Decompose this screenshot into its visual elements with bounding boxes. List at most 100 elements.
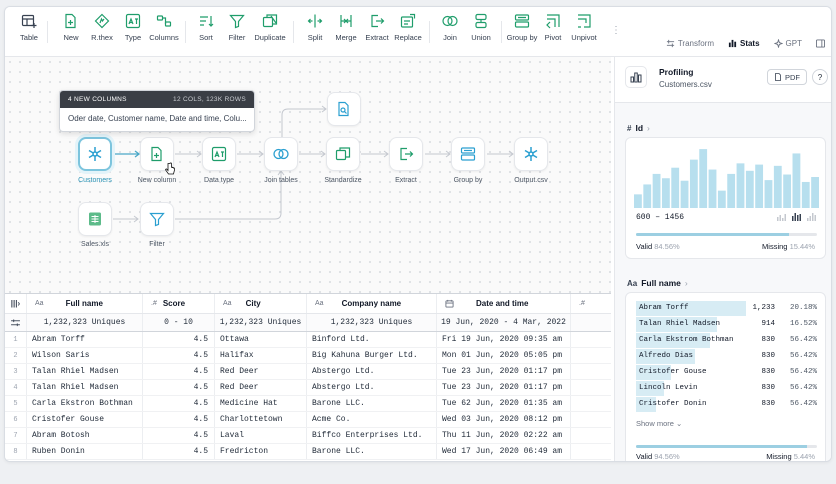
cell-score[interactable]: 4.5 bbox=[143, 396, 215, 411]
column-header-company-name[interactable]: Aa Company name bbox=[307, 294, 437, 313]
histogram-bar[interactable] bbox=[661, 178, 670, 208]
duplicate-button[interactable]: Duplicate bbox=[250, 13, 290, 42]
node-output[interactable] bbox=[514, 137, 548, 171]
node-filter[interactable] bbox=[140, 202, 174, 236]
histogram-bar[interactable] bbox=[792, 153, 801, 208]
node-sales[interactable] bbox=[78, 202, 112, 236]
frequency-row[interactable]: Abram Torff 1,233 20.18% bbox=[636, 301, 819, 316]
cell-date[interactable]: Tue 23 Jun, 2020 01:17 pm bbox=[437, 380, 571, 395]
histogram-bar[interactable] bbox=[764, 180, 773, 208]
table-row[interactable]: 8 Ruben Donin 4.5 Fredricton Barone LLC. Wed … bbox=[5, 444, 611, 460]
replace-button[interactable]: Replace bbox=[388, 13, 428, 42]
id-histogram[interactable] bbox=[634, 146, 819, 208]
pdf-export-button[interactable]: PDF bbox=[767, 69, 807, 85]
histogram-bar[interactable] bbox=[801, 181, 810, 208]
cell-extra[interactable] bbox=[571, 332, 611, 347]
cell-score[interactable]: 4.5 bbox=[143, 348, 215, 363]
node-data-type[interactable] bbox=[202, 137, 236, 171]
column-header-date-and-time[interactable]: Date and time bbox=[437, 294, 571, 313]
cell-city[interactable]: Halifax bbox=[215, 348, 307, 363]
cell-extra[interactable] bbox=[571, 428, 611, 443]
cell-score[interactable]: 4.5 bbox=[143, 444, 215, 459]
histogram-bar[interactable] bbox=[708, 169, 717, 208]
cell-date[interactable]: Fri 19 Jun, 2020 09:35 am bbox=[437, 332, 571, 347]
cell-full-name[interactable]: Cristofer Gouse bbox=[27, 412, 143, 427]
settings-sliders-icon[interactable] bbox=[5, 314, 27, 331]
histogram-bar[interactable] bbox=[717, 190, 726, 208]
cell-city[interactable]: Laval bbox=[215, 428, 307, 443]
node-join-tables[interactable] bbox=[264, 137, 298, 171]
node-customers[interactable] bbox=[78, 137, 112, 171]
cell-date[interactable]: Wed 03 Jun, 2020 08:12 pm bbox=[437, 412, 571, 427]
cell-extra[interactable] bbox=[571, 412, 611, 427]
cell-city[interactable]: Red Deer bbox=[215, 364, 307, 379]
cell-company[interactable]: Acme Co. bbox=[307, 412, 437, 427]
cell-city[interactable]: Fredricton bbox=[215, 444, 307, 459]
table-row[interactable]: 6 Cristofer Gouse 4.5 Charlottetown Acme Co.… bbox=[5, 412, 611, 428]
frequency-row[interactable]: Talan Rhiel Madsen 914 16.52% bbox=[636, 317, 819, 332]
histogram-bar[interactable] bbox=[783, 174, 792, 208]
cell-city[interactable]: Ottawa bbox=[215, 332, 307, 347]
column-picker-icon[interactable]: |||› bbox=[5, 294, 27, 313]
cell-score[interactable]: 4.5 bbox=[143, 428, 215, 443]
toggle-panel-button[interactable] bbox=[816, 39, 825, 48]
table-row[interactable]: 1 Abram Torff 4.5 Ottawa Binford Ltd. Fri 19 … bbox=[5, 332, 611, 348]
cell-date[interactable]: Wed 17 Jun, 2020 06:49 am bbox=[437, 444, 571, 459]
cell-date[interactable]: Thu 11 Jun, 2020 02:22 am bbox=[437, 428, 571, 443]
cell-score[interactable]: 4.5 bbox=[143, 380, 215, 395]
table-row[interactable]: 2 Wilson Saris 4.5 Halifax Big Kahuna Burger… bbox=[5, 348, 611, 364]
cell-city[interactable]: Medicine Hat bbox=[215, 396, 307, 411]
cell-extra[interactable] bbox=[571, 348, 611, 363]
frequency-row[interactable]: Alfredo Dias 830 56.42% bbox=[636, 349, 819, 364]
table-row[interactable]: 5 Carla Ekstron Bothman 4.5 Medicine Hat Bar… bbox=[5, 396, 611, 412]
cell-company[interactable]: Abstergo Ltd. bbox=[307, 364, 437, 379]
cell-full-name[interactable]: Wilson Saris bbox=[27, 348, 143, 363]
histogram-bar[interactable] bbox=[811, 177, 819, 208]
cell-company[interactable]: Binford Ltd. bbox=[307, 332, 437, 347]
column-header-score[interactable]: .# Score bbox=[143, 294, 215, 313]
cell-company[interactable]: Abstergo Ltd. bbox=[307, 380, 437, 395]
show-more-link[interactable]: Show more ⌄ bbox=[636, 419, 682, 428]
cell-date[interactable]: Tue 23 Jun, 2020 01:17 pm bbox=[437, 364, 571, 379]
histogram-bar[interactable] bbox=[643, 184, 652, 208]
node-branch[interactable] bbox=[327, 92, 361, 126]
node-standardize[interactable] bbox=[326, 137, 360, 171]
full-name-section-title[interactable]: Aa Full name › bbox=[627, 278, 688, 288]
cell-extra[interactable] bbox=[571, 444, 611, 459]
histogram-bar[interactable] bbox=[699, 149, 708, 208]
flow-canvas[interactable]: Customers New column Data type Join tabl… bbox=[5, 57, 611, 293]
cell-extra[interactable] bbox=[571, 380, 611, 395]
table-button[interactable]: Table bbox=[9, 13, 49, 42]
cell-full-name[interactable]: Ruben Donin bbox=[27, 444, 143, 459]
frequency-row[interactable]: Lincoln Levin 830 56.42% bbox=[636, 381, 819, 396]
cell-full-name[interactable]: Abram Torff bbox=[27, 332, 143, 347]
data-grid[interactable]: |||› Aa Full name .# Score Aa City Aa Co… bbox=[5, 293, 611, 461]
histogram-bar[interactable] bbox=[727, 173, 736, 208]
histogram-bar[interactable] bbox=[652, 173, 661, 208]
help-button[interactable]: ? bbox=[812, 69, 828, 85]
frequency-row[interactable]: Carla Ekstrom Bothman 830 56.42% bbox=[636, 333, 819, 348]
cell-score[interactable]: 4.5 bbox=[143, 412, 215, 427]
histogram-bar[interactable] bbox=[689, 159, 698, 208]
frequency-row[interactable]: Cristofer Gouse 830 56.42% bbox=[636, 365, 819, 380]
tab-transform[interactable]: Transform bbox=[666, 39, 714, 48]
column-header-city[interactable]: Aa City bbox=[215, 294, 307, 313]
cell-company[interactable]: Biffco Enterprises Ltd. bbox=[307, 428, 437, 443]
table-row[interactable]: 3 Talan Rhiel Madsen 4.5 Red Deer Abstergo L… bbox=[5, 364, 611, 380]
cell-full-name[interactable]: Talan Rhiel Madsen bbox=[27, 364, 143, 379]
tab-gpt[interactable]: GPT bbox=[773, 39, 802, 48]
histogram-bar[interactable] bbox=[773, 165, 782, 208]
cell-date[interactable]: Tue 62 Jun, 2020 01:35 am bbox=[437, 396, 571, 411]
column-header-extra[interactable]: .# bbox=[571, 294, 611, 313]
histogram-bar[interactable] bbox=[736, 163, 745, 208]
cell-score[interactable]: 4.5 bbox=[143, 332, 215, 347]
cell-extra[interactable] bbox=[571, 396, 611, 411]
histogram-bar[interactable] bbox=[671, 167, 680, 208]
table-row[interactable]: 4 Talan Rhiel Madsen 4.5 Red Deer Abstergo L… bbox=[5, 380, 611, 396]
cell-company[interactable]: Barone LLC. bbox=[307, 444, 437, 459]
unpivot-button[interactable]: Unpivot bbox=[564, 13, 604, 42]
more-options-icon[interactable]: ⋮ bbox=[611, 25, 621, 36]
cell-city[interactable]: Red Deer bbox=[215, 380, 307, 395]
cell-date[interactable]: Mon 01 Jun, 2020 05:05 pm bbox=[437, 348, 571, 363]
node-group-by[interactable] bbox=[451, 137, 485, 171]
